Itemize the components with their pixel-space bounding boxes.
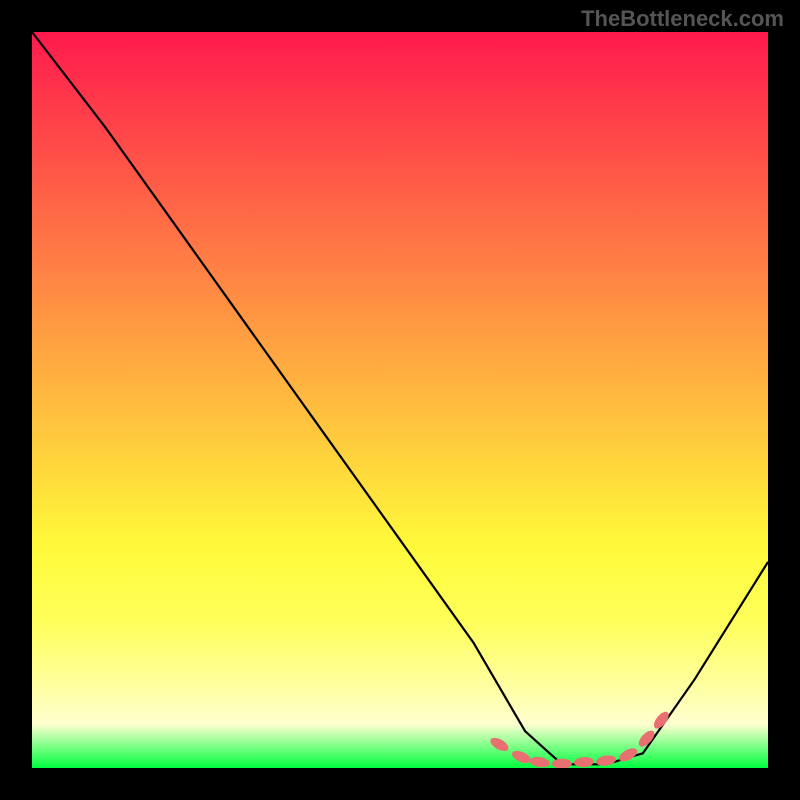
watermark-text: TheBottleneck.com bbox=[581, 6, 784, 32]
optimal-marker bbox=[488, 735, 510, 754]
bottleneck-curve bbox=[32, 32, 768, 764]
optimal-marker bbox=[552, 759, 572, 768]
plot-area bbox=[32, 32, 768, 768]
chart-container: TheBottleneck.com bbox=[0, 0, 800, 800]
optimal-range-markers bbox=[488, 709, 671, 768]
chart-svg bbox=[32, 32, 768, 768]
optimal-marker bbox=[574, 756, 595, 767]
optimal-marker bbox=[529, 756, 550, 768]
optimal-marker bbox=[510, 748, 532, 765]
